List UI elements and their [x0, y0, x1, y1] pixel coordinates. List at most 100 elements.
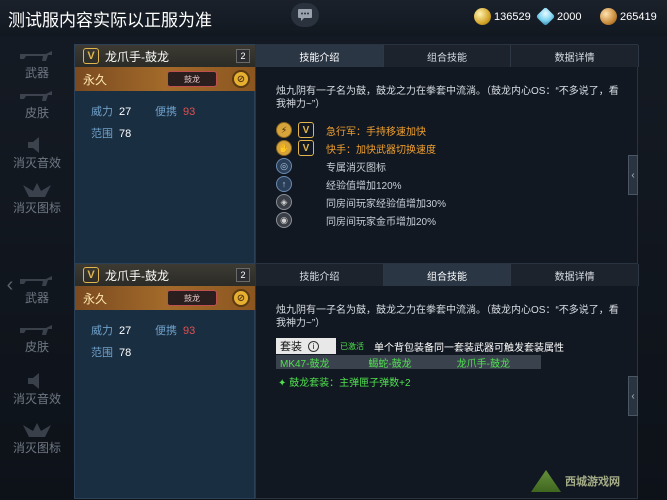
- sidebar-item-label: 皮肤: [24, 106, 49, 120]
- sidebar-item-skin[interactable]: 皮肤: [0, 84, 74, 124]
- stat-power: 威力 27: [91, 106, 132, 118]
- details-card: 技能介绍 组合技能 数据详情 烛九阴有一子名为鼓，鼓龙之力在拳套中流淌。（鼓龙内…: [255, 263, 640, 499]
- weapon-name-row: V 龙爪手-鼓龙 2: [75, 45, 256, 67]
- rifle-icon: [20, 325, 52, 335]
- stat-range: 范围 78: [91, 347, 132, 359]
- set-description: 单个背包装备同一套装武器可触发套装属性: [374, 342, 564, 354]
- prohibited-icon[interactable]: ⊘: [232, 289, 250, 307]
- sidebar-item-label: 皮肤: [24, 340, 49, 354]
- stat-carry: 便携 93: [155, 325, 196, 337]
- wings-icon: [23, 183, 51, 197]
- weapon-panel-2: V 龙爪手-鼓龙 2 永久 鼓龙 ⊘ 威力 27 便携 93 范围 78 技能介绍 组…: [74, 263, 640, 499]
- room-exp-icon: ◈: [276, 194, 292, 210]
- sidebar-item-kill-sound[interactable]: 消灭音效: [0, 134, 74, 174]
- info-icon[interactable]: i: [308, 340, 319, 352]
- collapse-arrow-icon[interactable]: ‹: [628, 376, 638, 416]
- room-gold-icon: ◉: [276, 212, 292, 228]
- count-badge: 2: [236, 268, 250, 282]
- set-item: 龙爪手-鼓龙: [456, 358, 510, 370]
- weapon-card: V 龙爪手-鼓龙 2 永久 鼓龙 ⊘ 威力 27 便携 93 范围 78: [74, 263, 256, 499]
- weapon-panel-1: V 龙爪手-鼓龙 2 永久 鼓龙 ⊘ 威力 27 便携 93 范围 78 技能介绍 组…: [74, 44, 640, 280]
- tab-data-details[interactable]: 数据详情: [511, 264, 640, 286]
- weapon-name: 龙爪手-鼓龙: [105, 49, 169, 64]
- tab-skill-intro[interactable]: 技能介绍: [256, 45, 384, 67]
- vip-badge-icon: V: [298, 122, 314, 138]
- gold-value: 136529: [494, 10, 531, 23]
- duration-label: 永久: [83, 291, 108, 306]
- chat-icon[interactable]: [291, 3, 319, 27]
- exp-icon: ↑: [276, 176, 292, 192]
- bonus-row: ◉ 同房间玩家金币增加20%: [276, 212, 436, 228]
- page-title: 测试服内容实际以正服为准: [8, 11, 212, 30]
- quick-hand-icon: ✋: [276, 140, 292, 156]
- weapon-name: 龙爪手-鼓龙: [105, 268, 169, 283]
- diamond-value: 2000: [557, 10, 582, 23]
- gold-currency: 136529: [474, 8, 531, 25]
- kill-icon-icon: ◎: [276, 158, 292, 174]
- rifle-icon: [20, 51, 52, 61]
- collapse-arrow-icon[interactable]: ‹: [628, 155, 638, 195]
- diamond-currency: 2000: [535, 6, 582, 27]
- bonus-row: ◈ 同房间玩家经验值增加30%: [276, 194, 446, 210]
- speaker-icon: [28, 373, 39, 389]
- watermark: 西城游戏网: [531, 466, 661, 496]
- set-status: 已激活: [340, 341, 364, 351]
- set-tag: 套装 i: [276, 338, 336, 354]
- stat-range: 范围 78: [91, 128, 132, 140]
- vip-badge-icon: V: [83, 267, 99, 283]
- watermark-text: 西城游戏网: [565, 476, 620, 488]
- top-bar: 测试服内容实际以正服为准 136529 2000 265419: [0, 0, 667, 36]
- sidebar-item-label: 武器: [24, 291, 49, 305]
- tab-combo-skill[interactable]: 组合技能: [383, 45, 512, 67]
- tab-bar: 技能介绍 组合技能 数据详情: [256, 45, 640, 67]
- diamond-icon: [535, 6, 556, 27]
- tab-skill-intro[interactable]: 技能介绍: [256, 264, 384, 286]
- vip-badge-icon: V: [298, 140, 314, 156]
- sidebar-item-weapon[interactable]: 武器: [0, 44, 74, 84]
- medal-value: 265419: [620, 10, 657, 23]
- sidebar-item-label: 消灭图标: [12, 441, 61, 455]
- sidebar-item-label: 消灭音效: [12, 392, 61, 406]
- sprint-icon: ⚡: [276, 122, 292, 138]
- sidebar-item-skin[interactable]: 皮肤: [0, 318, 74, 358]
- stat-carry: 便携 93: [155, 106, 196, 118]
- bonus-row: ◎ 专属消灭图标: [276, 158, 386, 174]
- medal-currency: 265419: [600, 8, 657, 25]
- weapon-card: V 龙爪手-鼓龙 2 永久 鼓龙 ⊘ 威力 27 便携 93 范围 78: [74, 44, 256, 280]
- tab-data-details[interactable]: 数据详情: [511, 45, 640, 67]
- rifle-icon: [20, 276, 52, 286]
- weapon-thumbnail: 鼓龙: [167, 290, 217, 306]
- set-bar: 套装 i 已激活 单个背包装备同一套装武器可触发套装属性: [276, 338, 624, 354]
- gold-coin-icon: [474, 8, 491, 25]
- weapon-description: 烛九阴有一子名为鼓，鼓龙之力在拳套中流淌。（鼓龙内心OS：“不多说了，看我神力~…: [276, 305, 619, 329]
- weapon-description: 烛九阴有一子名为鼓，鼓龙之力在拳套中流淌。（鼓龙内心OS：“不多说了，看我神力~…: [276, 86, 619, 110]
- sidebar-item-label: 消灭图标: [12, 201, 61, 215]
- bonus-row: ✋ V 快手：加快武器切换速度: [276, 140, 436, 156]
- bonus-row: ⚡ V 急行军：手持移速加快: [276, 122, 426, 138]
- details-card: 技能介绍 组合技能 数据详情 烛九阴有一子名为鼓，鼓龙之力在拳套中流淌。（鼓龙内…: [255, 44, 640, 280]
- prohibited-icon[interactable]: ⊘: [232, 70, 250, 88]
- bonus-row: ↑ 经验值增加120%: [276, 176, 402, 192]
- stat-power: 威力 27: [91, 325, 132, 337]
- count-badge: 2: [236, 49, 250, 63]
- speaker-icon: [28, 137, 39, 153]
- sidebar-item-kill-icon[interactable]: 消灭图标: [0, 179, 74, 219]
- set-item: MK47-鼓龙: [280, 358, 330, 370]
- sidebar-item-kill-icon[interactable]: 消灭图标: [0, 419, 74, 459]
- sidebar-item-kill-sound[interactable]: 消灭音效: [0, 370, 74, 410]
- duration-label: 永久: [83, 72, 108, 87]
- sidebar-item-label: 武器: [24, 66, 49, 80]
- weapon-thumbnail: 鼓龙: [167, 71, 217, 87]
- tab-combo-skill[interactable]: 组合技能: [383, 264, 512, 286]
- duration-row: 永久 鼓龙 ⊘: [75, 67, 256, 91]
- set-bonus: ✦ 鼓龙套装：主弹匣子弹数+2: [278, 378, 411, 389]
- weapon-name-row: V 龙爪手-鼓龙 2: [75, 264, 256, 286]
- set-items: MK47-鼓龙 蝎蛇-鼓龙 龙爪手-鼓龙: [276, 355, 541, 370]
- sidebar-item-weapon[interactable]: 武器: [0, 269, 74, 309]
- rifle-icon: [20, 91, 52, 101]
- tree-logo-icon: [531, 470, 561, 492]
- set-item: 蝎蛇-鼓龙: [368, 358, 412, 370]
- duration-row: 永久 鼓龙 ⊘: [75, 286, 256, 310]
- sidebar-item-label: 消灭音效: [12, 156, 61, 170]
- vip-badge-icon: V: [83, 48, 99, 64]
